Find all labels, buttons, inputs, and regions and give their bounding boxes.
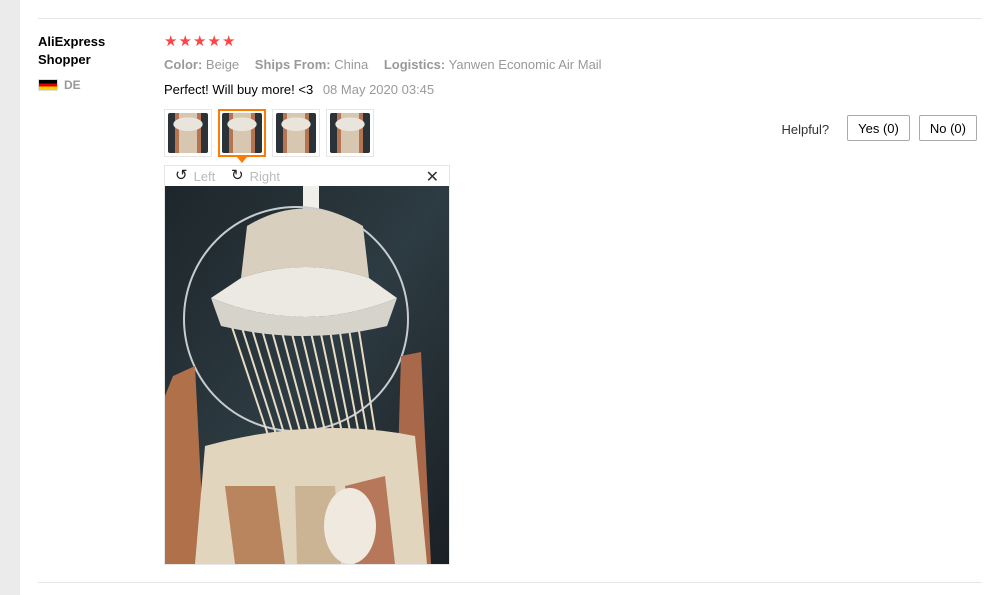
country-code: DE — [64, 78, 81, 92]
logistics-value: Yanwen Economic Air Mail — [448, 57, 602, 72]
color-value: Beige — [205, 57, 240, 72]
comment-text: Perfect! Will buy more! <3 — [164, 82, 314, 97]
rotate-right-label: Right — [249, 168, 280, 184]
rotate-left-icon: ↺ — [175, 167, 188, 184]
thumbnail-1[interactable] — [164, 109, 212, 157]
helpful-vote: Helpful? Yes (0) No (0) — [781, 115, 977, 141]
star-icon: ★ — [164, 33, 178, 50]
ships-from-key: Ships From: — [254, 57, 331, 72]
thumbnail-4[interactable] — [326, 109, 374, 157]
image-viewer: ↺ Left ↻ Right ✕ — [164, 165, 450, 565]
close-icon[interactable]: ✕ — [426, 167, 439, 187]
ships-from-value: China — [334, 57, 369, 72]
dreamcatcher-image — [165, 186, 449, 564]
reviewer-name: AliExpress Shopper — [38, 34, 106, 67]
review-comment: Perfect! Will buy more! <3 08 May 2020 0… — [164, 82, 434, 97]
thumbnail-2[interactable] — [218, 109, 266, 157]
rotate-left-button[interactable]: ↺ Left — [175, 168, 215, 184]
divider — [38, 582, 982, 583]
reviewer-country: DE — [38, 78, 148, 92]
review-photo — [165, 186, 449, 564]
logistics-key: Logistics: — [383, 57, 446, 72]
star-icon: ★ — [178, 33, 192, 50]
star-icon: ★ — [207, 33, 221, 50]
rating-stars: ★ ★ ★ ★ ★ — [164, 33, 236, 51]
star-icon: ★ — [222, 33, 236, 50]
page-gutter — [0, 0, 20, 595]
rotate-right-icon: ↻ — [231, 167, 244, 184]
divider — [38, 18, 982, 19]
germany-flag-icon — [38, 79, 58, 91]
order-details: Color: Beige Ships From: China Logistics… — [164, 57, 614, 72]
thumbnail-3[interactable] — [272, 109, 320, 157]
viewer-toolbar: ↺ Left ↻ Right ✕ — [165, 166, 449, 187]
helpful-no-button[interactable]: No (0) — [918, 115, 977, 141]
rotate-right-button[interactable]: ↻ Right — [231, 168, 280, 184]
helpful-yes-button[interactable]: Yes (0) — [847, 115, 910, 141]
reviewer-info: AliExpress Shopper DE — [38, 33, 148, 92]
review-date: 08 May 2020 03:45 — [322, 82, 435, 97]
rotate-left-label: Left — [193, 168, 216, 184]
star-icon: ★ — [193, 33, 207, 50]
helpful-label: Helpful? — [781, 122, 830, 137]
color-key: Color: — [164, 57, 203, 72]
review-thumbnails — [164, 109, 374, 157]
